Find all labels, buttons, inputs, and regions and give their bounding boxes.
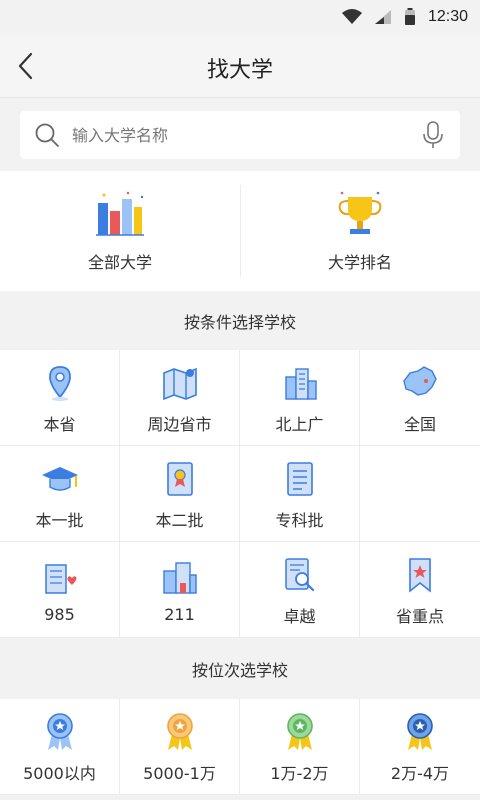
rank-label: 2万-4万 bbox=[390, 763, 450, 783]
filter-985[interactable]: 985 bbox=[0, 542, 120, 638]
all-universities-card[interactable]: 全部大学 bbox=[0, 171, 240, 291]
medal-navy-icon bbox=[407, 712, 433, 750]
filter-provincial-key[interactable]: 省重点 bbox=[360, 542, 480, 638]
status-time: 12:30 bbox=[427, 8, 468, 25]
search-input[interactable] bbox=[72, 125, 422, 145]
rank-5000-to-10k[interactable]: 5000-1万 bbox=[120, 699, 240, 795]
wifi-icon bbox=[341, 9, 362, 24]
filter-label: 专科批 bbox=[275, 510, 324, 530]
filter-label: 全国 bbox=[403, 414, 436, 434]
filter-tier-one[interactable]: 本一批 bbox=[0, 446, 120, 542]
certificate-icon bbox=[166, 461, 193, 496]
china-map-icon bbox=[403, 365, 437, 396]
filter-junior-college[interactable]: 专科批 bbox=[240, 446, 360, 542]
filter-beijing-shanghai-guangzhou[interactable]: 北上广 bbox=[240, 350, 360, 446]
trophy-icon bbox=[338, 191, 382, 234]
condition-section-title: 按条件选择学校 bbox=[0, 293, 480, 349]
navigation-header: 找大学 bbox=[0, 34, 480, 98]
filter-label: 本省 bbox=[43, 414, 76, 434]
rank-label: 1万-2万 bbox=[270, 763, 329, 783]
medal-blue-icon bbox=[46, 712, 73, 750]
filter-label: 本二批 bbox=[155, 510, 204, 530]
top-cards: 全部大学 大学排名 bbox=[0, 171, 480, 291]
empty-cell bbox=[360, 446, 480, 542]
buildings-icon bbox=[284, 367, 317, 400]
status-icons: 12:30 bbox=[341, 6, 468, 28]
filter-211[interactable]: 211 bbox=[120, 542, 240, 638]
rank-label: 5000以内 bbox=[23, 763, 96, 783]
document-search-icon bbox=[284, 557, 314, 591]
filter-nationwide[interactable]: 全国 bbox=[360, 350, 480, 446]
filter-home-province[interactable]: 本省 bbox=[0, 350, 120, 446]
building-heart-icon bbox=[44, 564, 76, 594]
medal-orange-icon bbox=[166, 712, 193, 750]
filter-label: 省重点 bbox=[395, 606, 444, 626]
filter-label: 211 bbox=[164, 605, 195, 624]
university-ranking-label: 大学排名 bbox=[327, 253, 392, 272]
bar-chart-icon bbox=[96, 191, 144, 236]
location-pin-icon bbox=[48, 365, 71, 401]
filter-excellence[interactable]: 卓越 bbox=[240, 542, 360, 638]
map-icon bbox=[162, 367, 197, 400]
filter-label: 周边省市 bbox=[147, 414, 212, 434]
rank-20k-to-40k[interactable]: 2万-4万 bbox=[360, 699, 480, 795]
filter-tier-two[interactable]: 本二批 bbox=[120, 446, 240, 542]
filter-label: 北上广 bbox=[275, 414, 324, 434]
rank-within-5000[interactable]: 5000以内 bbox=[0, 699, 120, 795]
filter-label: 卓越 bbox=[283, 606, 316, 626]
filter-label: 本一批 bbox=[35, 510, 84, 530]
document-list-icon bbox=[286, 461, 313, 496]
graduation-cap-icon bbox=[41, 466, 78, 491]
school-building-icon bbox=[162, 562, 197, 594]
condition-grid: 本省 周边省市 北上广 全国 本一批 本二批 专科批 985 211 卓越 省重… bbox=[0, 350, 480, 638]
search-icon bbox=[35, 123, 59, 147]
medal-green-icon bbox=[286, 712, 313, 750]
rank-10k-to-20k[interactable]: 1万-2万 bbox=[240, 699, 360, 795]
search-bar[interactable] bbox=[20, 111, 460, 159]
rank-grid: 5000以内 5000-1万 1万-2万 2万-4万 bbox=[0, 699, 480, 795]
battery-icon bbox=[404, 8, 415, 25]
all-universities-label: 全部大学 bbox=[87, 253, 152, 272]
rank-section-title: 按位次选学校 bbox=[0, 641, 480, 697]
status-bar: 12:30 bbox=[0, 0, 480, 34]
bookmark-star-icon bbox=[409, 557, 431, 593]
page-title: 找大学 bbox=[206, 58, 273, 83]
rank-label: 5000-1万 bbox=[143, 763, 216, 783]
university-ranking-card[interactable]: 大学排名 bbox=[240, 171, 480, 291]
microphone-icon[interactable] bbox=[422, 120, 444, 150]
filter-nearby-provinces[interactable]: 周边省市 bbox=[120, 350, 240, 446]
signal-icon bbox=[374, 10, 391, 24]
filter-label: 985 bbox=[44, 605, 75, 624]
